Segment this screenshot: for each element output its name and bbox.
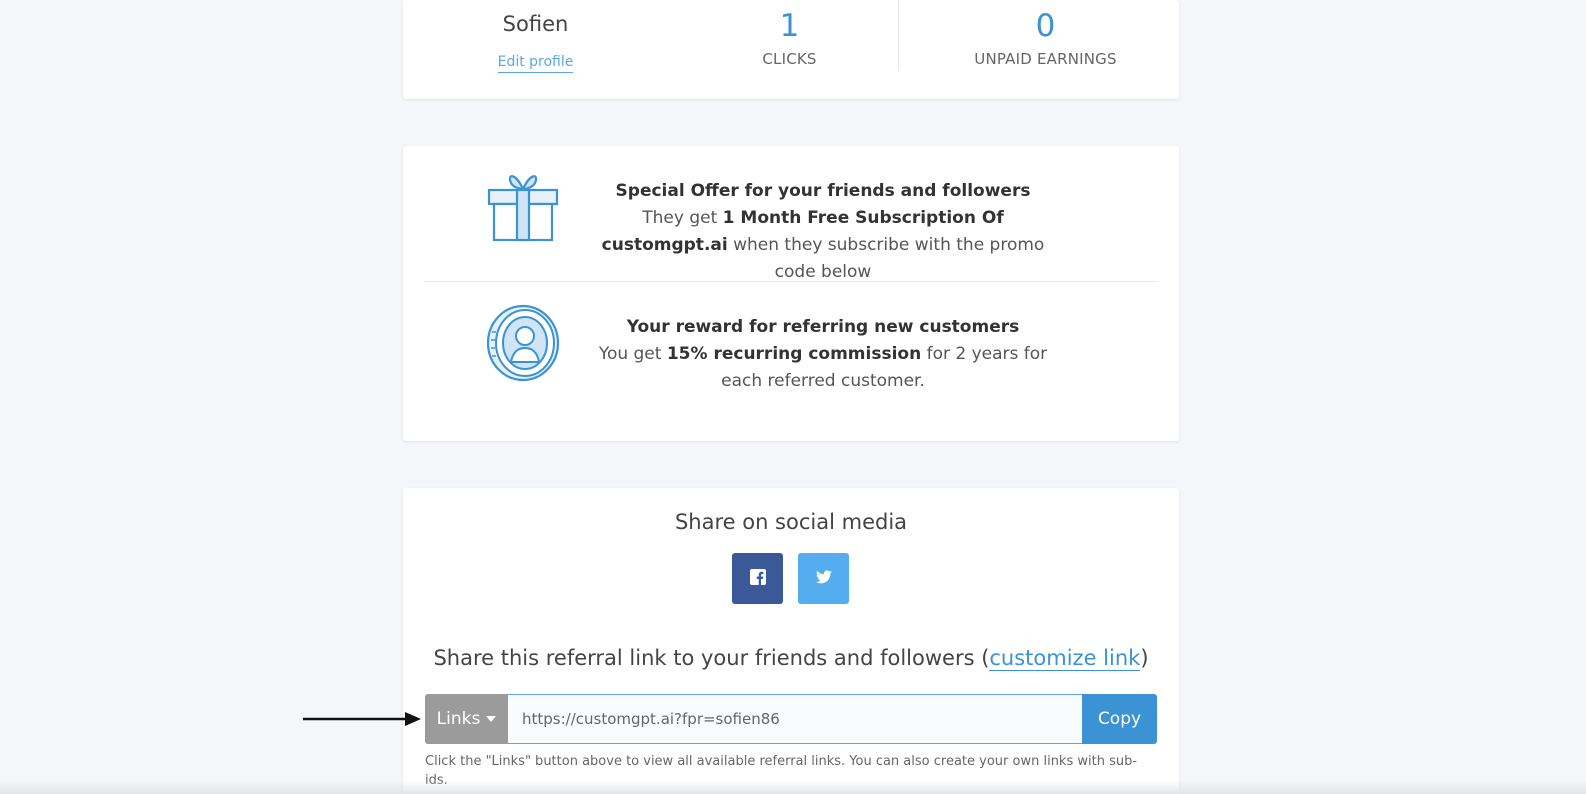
offer-prefix: They get — [642, 208, 723, 228]
clicks-label: CLICKS — [762, 50, 817, 68]
referral-prefix: Share this referral link to your friends… — [433, 646, 990, 670]
edit-profile-link[interactable]: Edit profile — [497, 54, 574, 73]
twitter-share-button[interactable] — [798, 553, 849, 604]
earnings-label: UNPAID EARNINGS — [974, 50, 1117, 68]
caret-down-icon — [486, 716, 497, 722]
reward-headline: Your reward for referring new customers — [626, 317, 1020, 337]
earnings-value: 0 — [1035, 8, 1056, 44]
reward-bold: 15% recurring commission — [666, 344, 922, 364]
offer-suffix: when they subscribe with the promo code … — [727, 235, 1045, 282]
clicks-value: 1 — [779, 8, 800, 44]
offer-text: Special Offer for your friends and follo… — [583, 178, 1063, 286]
edit-profile-link-wrap: Edit profile — [403, 54, 668, 73]
reward-prefix: You get — [598, 344, 667, 364]
referral-suffix: ) — [1140, 646, 1149, 670]
referral-title: Share this referral link to your friends… — [403, 646, 1179, 671]
reward-description: You get 15% recurring commission for 2 y… — [583, 341, 1063, 395]
share-card: Share on social media Share this referra… — [403, 488, 1179, 794]
customize-link[interactable]: customize link — [989, 646, 1141, 671]
offer-description: They get 1 Month Free Subscription Of cu… — [583, 205, 1063, 286]
stat-divider — [898, 0, 899, 70]
copy-button[interactable]: Copy — [1082, 694, 1157, 744]
bottom-fade — [0, 780, 1586, 794]
referral-link-row: Links Copy — [425, 694, 1157, 744]
affiliate-dashboard: Sofien Edit profile 1 CLICKS 0 UNPAID EA… — [0, 0, 1586, 794]
offer-card: Special Offer for your friends and follo… — [403, 146, 1179, 441]
username: Sofien — [502, 12, 569, 36]
facebook-share-button[interactable] — [732, 553, 783, 604]
gift-icon — [485, 168, 561, 248]
offer-divider — [425, 281, 1157, 282]
twitter-icon — [815, 569, 832, 588]
links-dropdown-button[interactable]: Links — [425, 694, 508, 744]
offer-headline: Special Offer for your friends and follo… — [615, 181, 1031, 201]
stats-card: Sofien Edit profile 1 CLICKS 0 UNPAID EA… — [403, 0, 1179, 99]
share-title: Share on social media — [674, 510, 908, 534]
reward-text: Your reward for referring new customers … — [583, 314, 1063, 395]
links-label: Links — [436, 709, 481, 729]
coin-user-icon — [485, 304, 561, 386]
arrow-annotation-icon — [303, 711, 421, 730]
referral-link-input[interactable] — [508, 694, 1082, 744]
facebook-icon — [749, 568, 766, 589]
